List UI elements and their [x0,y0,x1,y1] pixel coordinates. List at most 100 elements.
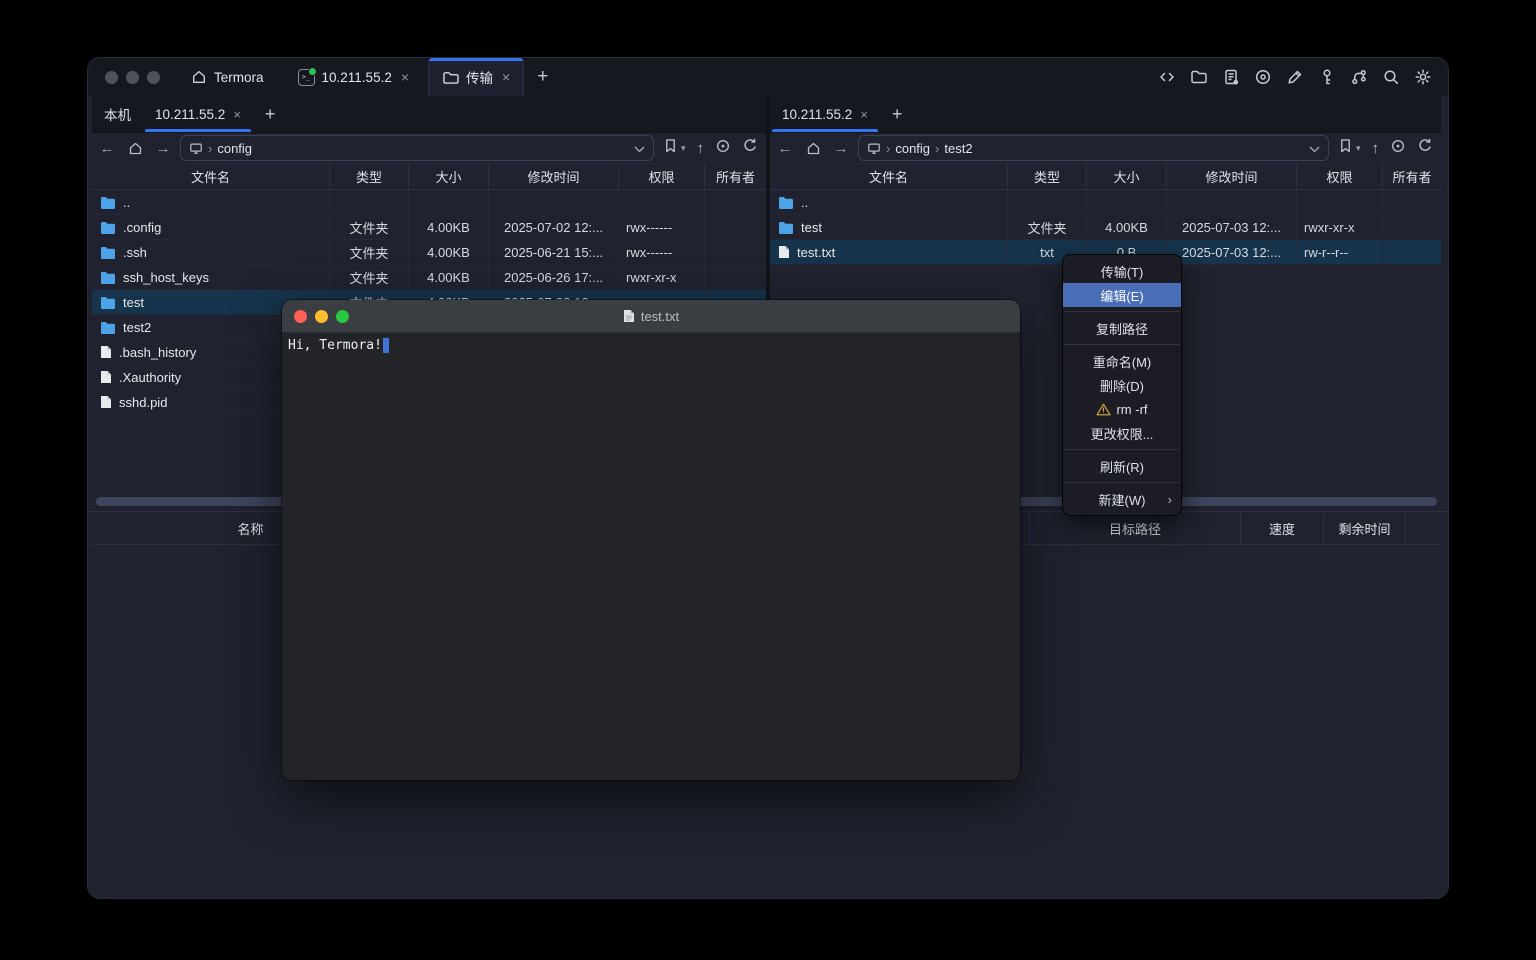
menu-item-rename[interactable]: 重命名(M) [1063,349,1181,373]
eye-icon[interactable] [1390,138,1406,159]
parent-dir-button[interactable]: ↑ [697,140,705,157]
tab-home[interactable]: Termora [178,58,277,96]
right-path-input[interactable]: › config › test2 [858,135,1329,161]
back-button[interactable]: ← [774,140,796,157]
folder-icon [100,296,116,309]
folder-icon[interactable] [1190,68,1208,86]
close-icon[interactable]: × [233,108,241,121]
menu-item-transfer[interactable]: 传输(T) [1063,259,1181,283]
menu-item-copy-path[interactable]: 复制路径 [1063,316,1181,340]
parent-dir-button[interactable]: ↑ [1372,140,1380,157]
app-window: Termora >_ 10.211.55.2 × 传输 × + [88,58,1448,898]
record-icon[interactable] [1254,68,1272,86]
right-table-body: .. test 文件夹 4.00KB 2025-07-03 12:... rwx… [770,190,1441,265]
key-icon[interactable] [1318,68,1336,86]
menu-item-refresh[interactable]: 刷新(R) [1063,454,1181,478]
column-header[interactable]: 大小 [409,164,489,189]
close-icon[interactable]: × [401,70,409,84]
new-pane-tab-button[interactable]: + [880,96,915,132]
titlebar: Termora >_ 10.211.55.2 × 传输 × + [88,58,1448,96]
search-icon[interactable] [1382,68,1400,86]
log-icon[interactable] [1222,68,1240,86]
column-header[interactable]: 类型 [1008,164,1087,189]
editor-content[interactable]: Hi, Termora! [282,333,1020,780]
minimize-window-button[interactable] [315,310,328,323]
column-header[interactable]: 文件名 [770,164,1008,189]
maximize-window-button[interactable] [336,310,349,323]
home-button[interactable] [124,141,146,156]
column-header[interactable]: 速度 [1241,513,1324,544]
tab-home-label: Termora [214,70,264,85]
forward-button[interactable]: → [830,140,852,157]
minimize-window-button[interactable] [126,71,139,84]
column-header[interactable]: 大小 [1087,164,1167,189]
folder-icon [100,271,116,284]
new-pane-tab-button[interactable]: + [253,96,288,132]
bookmark-caret-icon[interactable]: ▾ [681,143,686,154]
column-header[interactable]: 修改时间 [1167,164,1297,189]
table-row[interactable]: ssh_host_keys 文件夹 4.00KB 2025-06-26 17:.… [92,265,766,290]
breadcrumb-segment[interactable]: config [217,141,252,156]
tab-local[interactable]: 本机 [92,96,143,132]
column-header[interactable]: 权限 [1297,164,1383,189]
menu-item-edit[interactable]: 编辑(E) [1063,283,1181,307]
chevron-down-icon[interactable] [634,141,645,156]
bookmark-icon[interactable] [664,138,677,158]
column-header[interactable]: 权限 [619,164,705,189]
tab-remote-right[interactable]: 10.211.55.2 × [770,96,880,132]
settings-icon[interactable] [1414,68,1432,86]
column-header[interactable]: 剩余时间 [1324,513,1406,544]
close-window-button[interactable] [294,310,307,323]
editor-titlebar[interactable]: test.txt [282,300,1020,333]
column-header[interactable]: 类型 [330,164,409,189]
editor-text: Hi, Termora! [288,338,382,353]
breadcrumb-segment[interactable]: test2 [944,141,972,156]
back-button[interactable]: ← [96,140,118,157]
file-icon [100,345,112,359]
table-row[interactable]: test 文件夹 4.00KB 2025-07-03 12:... rwxr-x… [770,215,1441,240]
chevron-down-icon[interactable] [1309,141,1320,156]
code-icon[interactable] [1158,68,1176,86]
column-header[interactable]: 文件名 [92,164,330,189]
table-row[interactable]: .config 文件夹 4.00KB 2025-07-02 12:... rwx… [92,215,766,240]
forward-button[interactable]: → [152,140,174,157]
left-pane-tabs: 本机 10.211.55.2 × + [92,96,766,133]
file-icon [100,395,112,409]
tab-remote-left[interactable]: 10.211.55.2 × [143,96,253,132]
close-icon[interactable]: × [502,70,510,84]
menu-item-new[interactable]: 新建(W) › [1063,487,1181,511]
menu-item-delete[interactable]: 删除(D) [1063,373,1181,397]
left-path-tools: ▾ ↑ [660,138,762,159]
left-path-input[interactable]: › config [180,135,654,161]
new-tab-button[interactable]: + [524,58,561,96]
tab-host-session[interactable]: >_ 10.211.55.2 × [285,58,423,96]
keychain-icon[interactable] [1350,68,1368,86]
column-header[interactable]: 修改时间 [489,164,619,189]
connected-dot [308,67,317,76]
bookmark-caret-icon[interactable]: ▾ [1356,143,1361,154]
breadcrumb-segment[interactable]: config [895,141,930,156]
right-table-header: 文件名 类型 大小 修改时间 权限 所有者 [770,163,1441,190]
column-header[interactable]: 目标路径 [1030,513,1241,544]
table-row[interactable]: .. [92,190,766,215]
right-path-tools: ▾ ↑ [1335,138,1437,159]
table-row[interactable]: .. [770,190,1441,215]
folder-icon [778,221,794,234]
column-header[interactable]: 所有者 [1383,164,1441,189]
eye-icon[interactable] [715,138,731,159]
menu-item-rm-rf[interactable]: rm -rf [1063,397,1181,421]
close-icon[interactable]: × [860,108,868,121]
context-menu: 传输(T) 编辑(E) 复制路径 重命名(M) 删除(D) rm -rf 更改权… [1063,255,1181,515]
bookmark-icon[interactable] [1339,138,1352,158]
menu-item-chmod[interactable]: 更改权限... [1063,421,1181,445]
tab-transfer[interactable]: 传输 × [428,58,524,96]
refresh-icon[interactable] [742,138,758,159]
refresh-icon[interactable] [1417,138,1433,159]
close-window-button[interactable] [105,71,118,84]
column-header[interactable]: 所有者 [705,164,766,189]
maximize-window-button[interactable] [147,71,160,84]
titlebar-actions [1158,58,1448,96]
table-row[interactable]: .ssh 文件夹 4.00KB 2025-06-21 15:... rwx---… [92,240,766,265]
edit-icon[interactable] [1286,68,1304,86]
home-button[interactable] [802,141,824,156]
